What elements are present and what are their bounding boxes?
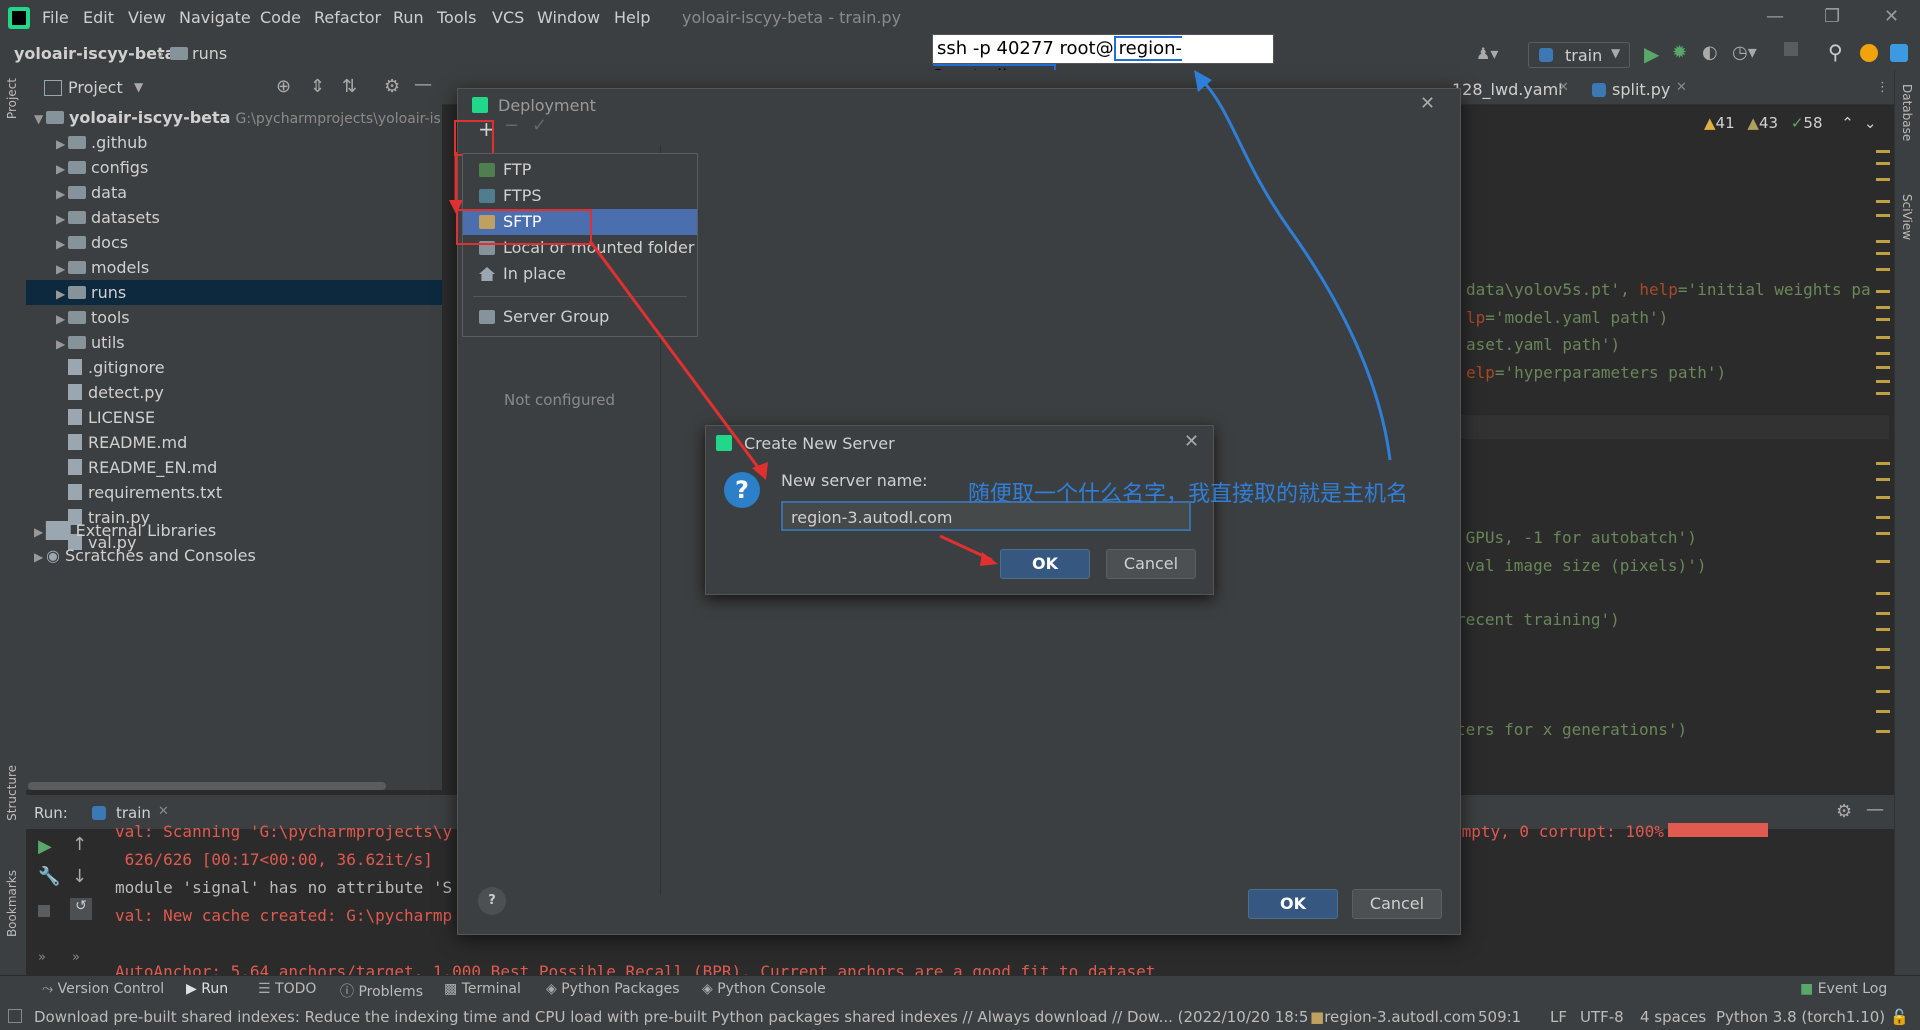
- blue-arrow: [1198, 76, 1392, 461]
- red-arrow-diagonal: [588, 240, 762, 471]
- annotation-arrows: [449, 70, 1392, 566]
- red-arrowhead: [980, 552, 998, 566]
- red-arrowhead: [449, 200, 463, 214]
